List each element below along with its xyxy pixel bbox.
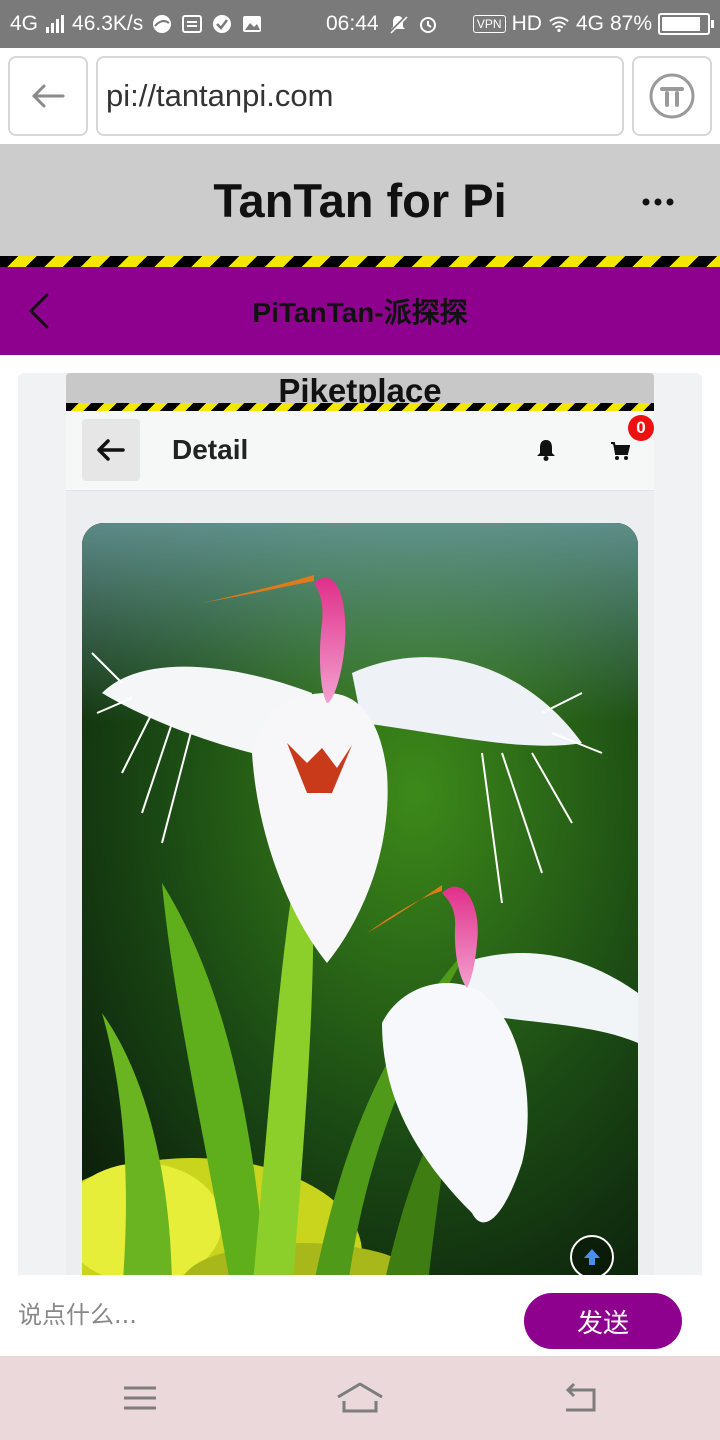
mail-icon [181,13,203,35]
screen: 4G 46.3K/s 06:44 VPN HD 4G 87% pi://tant… [0,0,720,1440]
home-button[interactable] [330,1376,390,1420]
send-button[interactable]: 发送 [524,1293,682,1349]
home-icon [337,1382,383,1413]
network-speed: 46.3K/s [72,12,144,35]
embed-header: Piketplace [66,373,654,409]
hazard-stripe [0,256,720,267]
menu-icon [124,1386,156,1410]
detail-title: Detail [172,434,249,465]
nav-title: PiTanTan-派探探 [252,297,468,328]
more-dots-icon [642,198,674,206]
gallery-icon [241,13,263,35]
back-icon [565,1382,596,1412]
content-area[interactable]: Piketplace Detail 0 [0,355,720,1275]
comment-bar: 发送 [0,1275,720,1356]
weather-icon [151,13,173,35]
embed-hazard-stripe [66,403,654,411]
embedded-page: Piketplace Detail 0 [66,373,654,1275]
orchid-illustration [82,523,638,1275]
browser-back-button[interactable] [8,56,88,136]
battery-percent: 87% [609,12,652,35]
arrow-left-icon [97,439,125,461]
arrow-up-icon [584,1249,600,1265]
vpn-badge: VPN [472,15,506,33]
more-button[interactable] [640,184,676,220]
clock: 06:44 [326,12,379,35]
nav-bar: PiTanTan-派探探 [0,267,720,355]
app-header: TanTan for Pi [0,144,720,256]
detail-back-button[interactable] [82,419,140,481]
pi-logo-icon [649,73,695,119]
bell-icon [537,440,555,461]
system-nav-bar [0,1356,720,1440]
cart-button[interactable] [608,439,632,463]
notifications-button[interactable] [534,437,558,463]
status-bar: 4G 46.3K/s 06:44 VPN HD 4G 87% [0,0,720,48]
alarm-icon [417,13,439,35]
scroll-to-top-button[interactable] [570,1235,614,1275]
product-image[interactable] [82,523,638,1275]
mute-icon [387,13,409,35]
battery-icon [658,13,714,35]
network-type-label-right: 4G [575,12,604,35]
detail-header: Detail 0 [66,411,654,491]
app-title: TanTan for Pi [213,173,507,227]
wifi-icon [548,13,570,35]
pi-browser-button[interactable] [632,56,712,136]
menu-button[interactable] [110,1376,170,1420]
cart-icon [611,442,630,460]
back-button[interactable] [550,1376,610,1420]
arrow-left-icon [32,84,65,108]
comment-input[interactable] [18,1291,498,1339]
browser-toolbar: pi://tantanpi.com [0,48,720,144]
cart-count-badge: 0 [628,415,654,441]
embed-title: Piketplace [278,373,442,409]
signal-icon [46,15,65,33]
url-field[interactable]: pi://tantanpi.com [96,56,624,136]
check-circle-icon [211,13,233,35]
hd-label: HD [511,12,542,35]
network-type-label: 4G [10,12,39,35]
